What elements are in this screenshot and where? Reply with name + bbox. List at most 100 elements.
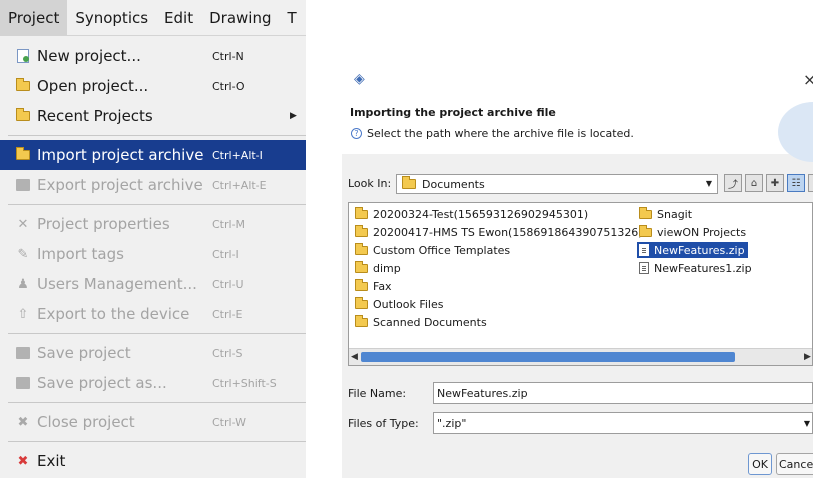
menubar-drawing[interactable]: Drawing <box>201 0 279 36</box>
file-name-label: File Name: <box>348 387 407 400</box>
menu-item-new-project[interactable]: New project... Ctrl-N <box>0 41 306 71</box>
menu-item-label: Save project as... <box>37 374 167 392</box>
menu-item-exit[interactable]: ✖ Exit <box>0 446 306 476</box>
menu-item-label: New project... <box>37 47 141 65</box>
list-item[interactable]: Scanned Documents <box>353 314 490 330</box>
home-button[interactable]: ⌂ <box>745 174 763 192</box>
menu-item-shortcut: Ctrl-E <box>212 307 243 321</box>
cancel-button[interactable]: Cance <box>776 453 813 475</box>
menu-item-save-project[interactable]: Save project Ctrl-S <box>0 338 306 368</box>
horizontal-scrollbar[interactable]: ◀ ▶ <box>349 348 812 365</box>
look-in-value: Documents <box>422 177 485 191</box>
submenu-arrow-icon: ▶ <box>290 111 297 121</box>
menubar-project[interactable]: Project <box>0 0 68 36</box>
file-name-value: NewFeatures.zip <box>437 386 528 400</box>
menu-item-shortcut: Ctrl+Alt-E <box>212 178 267 192</box>
list-view-button[interactable]: ☷ <box>787 174 805 192</box>
menu-item-label: Import tags <box>37 245 124 263</box>
properties-icon: ✕ <box>17 216 29 232</box>
file-name: Custom Office Templates <box>373 243 511 257</box>
list-item[interactable]: dimp <box>353 260 404 276</box>
menu-item-export-project-archive[interactable]: Export project archive Ctrl+Alt-E <box>0 170 306 200</box>
save-as-icon <box>15 375 31 391</box>
file-type-dropdown[interactable]: ".zip" ▼ <box>433 412 813 434</box>
menu-item-import-project-archive[interactable]: Import project archive Ctrl+Alt-I <box>0 140 306 170</box>
header-decoration <box>778 102 813 162</box>
menu-separator <box>8 333 306 334</box>
list-item[interactable]: Custom Office Templates <box>353 242 513 258</box>
scroll-right-icon[interactable]: ▶ <box>804 352 811 362</box>
scrollbar-thumb[interactable] <box>361 352 735 362</box>
folder-icon <box>639 224 652 237</box>
new-project-icon <box>15 48 31 64</box>
look-in-dropdown[interactable]: Documents ▼ <box>396 174 718 194</box>
details-view-button[interactable]: ☰ <box>808 174 813 192</box>
list-item[interactable]: Snagit <box>637 206 695 222</box>
menu-item-export-to-device[interactable]: ⇧ Export to the device Ctrl-E <box>0 299 306 329</box>
folder-icon <box>355 278 368 291</box>
menubar: Project Synoptics Edit Drawing T <box>0 0 306 36</box>
home-icon: ⌂ <box>750 177 758 189</box>
export-archive-icon <box>15 177 31 193</box>
menu-item-project-properties[interactable]: ✕ Project properties Ctrl-M <box>0 209 306 239</box>
list-item[interactable]: 20200417-HMS TS Ewon(1586918643907513​26… <box>353 224 646 240</box>
zip-file-icon <box>639 244 649 256</box>
file-chooser-toolbar: ⤴ ⌂ ✚ ☷ ☰ <box>724 174 813 192</box>
zip-file-icon <box>639 262 649 274</box>
ok-button[interactable]: OK <box>748 453 772 475</box>
import-tags-icon: ✎ <box>17 246 29 262</box>
chevron-down-icon: ▼ <box>705 179 712 188</box>
menu-item-label: Project properties <box>37 215 170 233</box>
menu-item-label: Exit <box>37 452 66 470</box>
file-name-field[interactable]: NewFeatures.zip <box>433 382 813 404</box>
menu-item-import-tags[interactable]: ✎ Import tags Ctrl-I <box>0 239 306 269</box>
list-item[interactable]: Fax <box>353 278 395 294</box>
list-item-selected[interactable]: NewFeatures.zip <box>637 242 748 258</box>
project-dropdown-menu: New project... Ctrl-N Open project... Ct… <box>0 41 306 476</box>
list-view-icon: ☷ <box>791 177 801 189</box>
menubar-tools[interactable]: T <box>279 0 304 36</box>
folder-icon <box>639 206 652 219</box>
menu-item-users-management[interactable]: ♟ Users Management... Ctrl-U <box>0 269 306 299</box>
close-project-icon: ✖ <box>17 414 29 430</box>
list-item[interactable]: viewON Projects <box>637 224 749 240</box>
folder-icon <box>355 296 368 309</box>
file-type-value: ".zip" <box>437 416 467 430</box>
menu-item-shortcut: Ctrl-U <box>212 277 244 291</box>
save-icon <box>15 345 31 361</box>
menu-item-shortcut: Ctrl-N <box>212 49 244 63</box>
dialog-close-button[interactable]: × <box>803 70 813 89</box>
file-list: 20200324-Test(1565931269029453​01) 20200… <box>348 202 813 366</box>
menu-item-shortcut: Ctrl-O <box>212 79 245 93</box>
menu-item-label: Import project archive <box>37 146 204 164</box>
recent-projects-icon <box>15 108 31 124</box>
list-item[interactable]: NewFeatures1.zip <box>637 260 755 276</box>
menu-item-close-project[interactable]: ✖ Close project Ctrl-W <box>0 407 306 437</box>
new-folder-button[interactable]: ✚ <box>766 174 784 192</box>
up-folder-button[interactable]: ⤴ <box>724 174 742 192</box>
chevron-down-icon: ▼ <box>803 419 810 428</box>
menu-item-shortcut: Ctrl-S <box>212 346 243 360</box>
users-icon: ♟ <box>17 276 29 292</box>
list-item[interactable]: Outlook Files <box>353 296 446 312</box>
file-name: dimp <box>373 261 401 275</box>
menu-item-label: Open project... <box>37 77 149 95</box>
menu-separator <box>8 135 306 136</box>
file-name: 20200417-HMS TS Ewon(1586918643907513​26… <box>373 225 643 239</box>
file-name: viewON Projects <box>657 225 747 239</box>
help-icon: ? <box>351 128 362 139</box>
file-name: NewFeatures.zip <box>654 243 745 257</box>
menubar-edit[interactable]: Edit <box>156 0 201 36</box>
menu-item-label: Recent Projects <box>37 107 153 125</box>
menubar-synoptics[interactable]: Synoptics <box>67 0 156 36</box>
menu-item-recent-projects[interactable]: Recent Projects ▶ <box>0 101 306 131</box>
list-item[interactable]: 20200324-Test(1565931269029453​01) <box>353 206 591 222</box>
scroll-left-icon[interactable]: ◀ <box>351 352 358 362</box>
menu-item-shortcut: Ctrl-I <box>212 247 239 261</box>
dialog-title: Importing the project archive file <box>350 106 556 119</box>
folder-icon <box>355 206 368 219</box>
menu-item-label: Export project archive <box>37 176 203 194</box>
menu-item-open-project[interactable]: Open project... Ctrl-O <box>0 71 306 101</box>
folder-icon <box>355 260 368 273</box>
menu-item-save-project-as[interactable]: Save project as... Ctrl+Shift-S <box>0 368 306 398</box>
